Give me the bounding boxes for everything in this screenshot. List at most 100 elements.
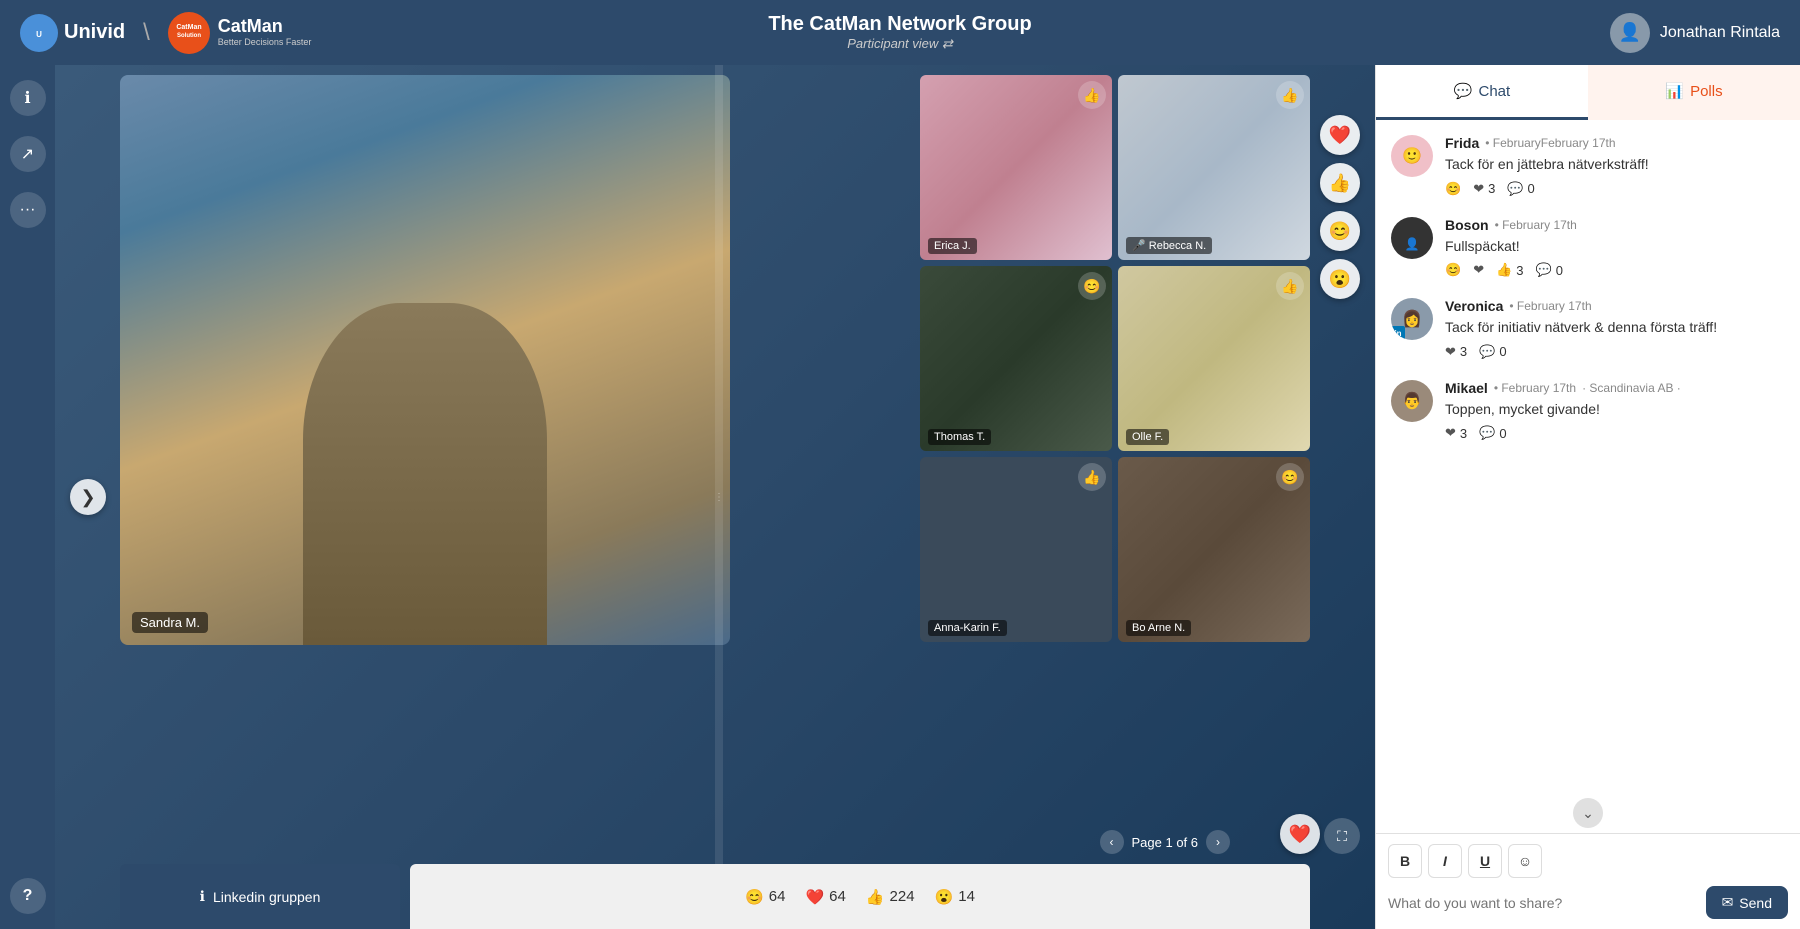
linkedin-button[interactable]: ℹ Linkedin gruppen [120, 864, 400, 929]
reaction-heart[interactable]: ❤ 3 [1473, 181, 1495, 197]
scroll-down-btn[interactable]: ⌄ [1573, 798, 1603, 828]
page-prev[interactable]: ‹ [1100, 830, 1124, 854]
msg-name-boson: Boson [1445, 217, 1489, 233]
italic-button[interactable]: I [1428, 844, 1462, 878]
event-title: The CatMan Network Group [768, 13, 1031, 36]
resize-handle[interactable]: ⋮ [715, 65, 723, 929]
svg-text:U: U [36, 30, 42, 39]
chat-input-area: B I U ☺ ✉ Send [1376, 833, 1800, 929]
reaction-wow-count[interactable]: 😮 14 [935, 888, 975, 906]
header-user: 👤 Jonathan Rintala [1610, 13, 1780, 53]
list-item: 👨 Mikael • February 17th · Scandinavia A… [1391, 380, 1785, 442]
reaction-heart-count[interactable]: ❤️ 64 [805, 888, 845, 906]
reaction-heart[interactable]: ❤️ [1320, 115, 1360, 155]
chat-messages: 🙂 Frida • FebruaryFebruary 17th Tack för… [1376, 120, 1800, 793]
thumbsup-count: 224 [890, 888, 915, 905]
reaction-comment[interactable]: 💬 0 [1479, 425, 1506, 441]
thumb-reaction-thomas[interactable]: 😊 [1078, 272, 1106, 300]
avatar-mikael: 👨 [1391, 380, 1433, 422]
heart-icon: ❤️ [805, 888, 824, 906]
thumb-reaction-annakarin[interactable]: 👍 [1078, 463, 1106, 491]
thumbnail-grid: Erica J. 👍 🎤 Rebecca N. 👍 Thomas T. 😊 Ol… [920, 75, 1310, 642]
avatar-boson: 👤 [1391, 217, 1433, 259]
reaction-comment[interactable]: 💬 0 [1479, 344, 1506, 360]
scroll-indicator: ⌄ [1376, 793, 1800, 833]
thumb-label-olle: Olle F. [1126, 429, 1169, 445]
linkedin-badge-veronica: in [1391, 326, 1405, 340]
send-label: Send [1739, 895, 1772, 911]
reaction-smile[interactable]: 😊 [1320, 211, 1360, 251]
fullscreen-btn[interactable]: ⛶ [1324, 818, 1360, 854]
main-layout: ℹ ↗ ··· ? Sandra M. ⋮ Erica J. 👍 🎤 [0, 65, 1800, 929]
bottom-heart-btn[interactable]: ❤️ [1280, 814, 1320, 854]
reaction-smile-count[interactable]: 😊 64 [745, 888, 785, 906]
emoji-button[interactable]: ☺ [1508, 844, 1542, 878]
thumb-reaction-olle[interactable]: 👍 [1276, 272, 1304, 300]
speaker-silhouette [303, 303, 547, 645]
reaction-heart[interactable]: ❤ [1473, 262, 1484, 278]
send-icon: ✉ [1722, 894, 1734, 911]
veronica-avatar-img: 👩 [1402, 309, 1422, 329]
msg-content-boson: Boson • February 17th Fullspäckat! 😊 ❤ 👍… [1445, 217, 1785, 279]
reaction-thumbsup[interactable]: 👍 3 [1496, 262, 1523, 278]
reaction-wow[interactable]: 😮 [1320, 259, 1360, 299]
help-icon[interactable]: ? [10, 878, 46, 914]
more-icon[interactable]: ··· [10, 192, 46, 228]
nav-arrow-prev[interactable]: ❯ [70, 479, 106, 515]
header-title: The CatMan Network Group Participant vie… [768, 13, 1031, 52]
info-icon[interactable]: ℹ [10, 80, 46, 116]
reaction-comment[interactable]: 💬 0 [1507, 181, 1534, 197]
avatar: 👤 [1610, 13, 1650, 53]
msg-content-veronica: Veronica • February 17th Tack för initia… [1445, 298, 1785, 360]
left-sidebar: ℹ ↗ ··· ? [0, 65, 55, 929]
msg-time-veronica: • February 17th [1509, 299, 1591, 313]
header: U Univid \ CatMan Solution CatMan Better… [0, 0, 1800, 65]
reactions-bar: 😊 64 ❤️ 64 👍 224 😮 14 [410, 864, 1310, 929]
thumb-reaction-boarne[interactable]: 😊 [1276, 463, 1304, 491]
reaction-thumbsup[interactable]: 👍 [1320, 163, 1360, 203]
msg-text-mikael: Toppen, mycket givande! [1445, 400, 1785, 420]
reaction-heart[interactable]: ❤ 3 [1445, 425, 1467, 441]
msg-org-mikael: · Scandinavia AB · [1582, 381, 1681, 395]
view-mode: Participant view ⇄ [768, 36, 1031, 52]
msg-content-frida: Frida • FebruaryFebruary 17th Tack för e… [1445, 135, 1785, 197]
reaction-comment[interactable]: 💬 0 [1536, 262, 1563, 278]
msg-name-mikael: Mikael [1445, 380, 1488, 396]
msg-reactions-veronica: ❤ 3 💬 0 [1445, 344, 1785, 360]
smile-count: 64 [769, 888, 786, 905]
msg-content-mikael: Mikael • February 17th · Scandinavia AB … [1445, 380, 1785, 442]
underline-button[interactable]: U [1468, 844, 1502, 878]
svg-text:CatMan: CatMan [176, 24, 201, 31]
tab-polls[interactable]: 📊 Polls [1588, 65, 1800, 120]
main-speaker-video: Sandra M. [120, 75, 730, 645]
univid-icon: U [20, 14, 58, 52]
chat-input-row: ✉ Send [1388, 886, 1788, 919]
sidebar-bottom: ? [10, 878, 46, 914]
reaction-smile[interactable]: 😊 [1445, 262, 1461, 278]
catman-tagline: Better Decisions Faster [218, 37, 312, 49]
thumb-label-erica: Erica J. [928, 238, 977, 254]
reaction-heart[interactable]: ❤ 3 [1445, 344, 1467, 360]
thumbsup-icon: 👍 [866, 888, 885, 906]
bold-button[interactable]: B [1388, 844, 1422, 878]
chat-input[interactable] [1388, 887, 1698, 919]
reaction-thumbsup-count[interactable]: 👍 224 [866, 888, 915, 906]
msg-reactions-frida: 😊 ❤ 3 💬 0 [1445, 181, 1785, 197]
panel-tabs: 💬 Chat 📊 Polls [1376, 65, 1800, 120]
wow-count: 14 [958, 888, 975, 905]
thumb-label-rebecca: 🎤 Rebecca N. [1126, 237, 1212, 254]
thumb-reaction-erica[interactable]: 👍 [1078, 81, 1106, 109]
linkedin-label: Linkedin gruppen [213, 889, 320, 905]
thumb-reaction-rebecca[interactable]: 👍 [1276, 81, 1304, 109]
send-button[interactable]: ✉ Send [1706, 886, 1788, 919]
reaction-smile[interactable]: 😊 [1445, 181, 1461, 197]
main-speaker-label: Sandra M. [132, 612, 208, 633]
page-next[interactable]: › [1206, 830, 1230, 854]
user-name: Jonathan Rintala [1660, 24, 1780, 42]
catman-name: CatMan [218, 16, 312, 37]
tab-chat[interactable]: 💬 Chat [1376, 65, 1588, 120]
avatar-frida: 🙂 [1391, 135, 1433, 177]
share-icon[interactable]: ↗ [10, 136, 46, 172]
right-panel: 💬 Chat 📊 Polls 🙂 Frida • FebruaryFebruar… [1375, 65, 1800, 929]
thumb-thomas: Thomas T. 😊 [920, 266, 1112, 451]
